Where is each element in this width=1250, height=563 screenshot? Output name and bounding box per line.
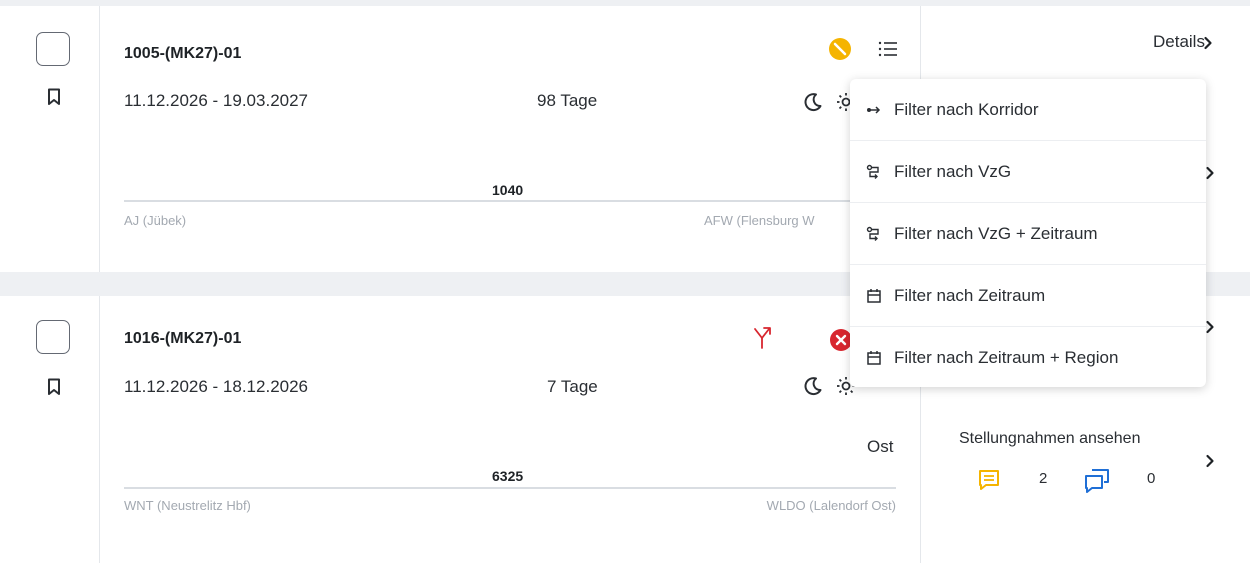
date-range: 11.12.2026 - 18.12.2026: [124, 377, 309, 396]
calendar-icon: [867, 351, 881, 365]
from-station: AJ (Jübek): [124, 213, 187, 228]
route-line: [124, 200, 896, 202]
corridor-arrows-icon: [867, 105, 881, 114]
region-label: Ost: [867, 437, 894, 456]
menu-item-label: Filter nach Zeitraum + Region: [894, 348, 1119, 367]
statements-link[interactable]: Stellungnahmen ansehen: [959, 430, 1140, 448]
comment-icon: [979, 470, 999, 490]
menu-item-label: Filter nach Zeitraum: [894, 285, 1046, 305]
from-station: WNT (Neustrelitz Hbf): [124, 498, 251, 513]
chevron-right-icon[interactable]: [1205, 454, 1215, 468]
route-line: [124, 487, 896, 489]
sun-icon: [837, 93, 850, 111]
details-link[interactable]: Details: [1153, 32, 1205, 52]
menu-item-label: Filter nach VzG: [894, 161, 1012, 181]
route-number: 1040: [492, 182, 524, 198]
route-branch-icon: [866, 226, 879, 241]
select-checkbox[interactable]: [36, 32, 70, 66]
route-branch-icon: [866, 164, 879, 179]
menu-item-label: Filter nach Korridor: [894, 99, 1039, 119]
card-id: 1005-(MK27)-01: [124, 45, 242, 62]
filter-menu: Filter nach Korridor Filter nach VzG Fil…: [850, 79, 1206, 387]
statement-count: 2: [1039, 470, 1048, 487]
date-range: 11.12.2026 - 19.03.2027: [124, 91, 309, 110]
duration: 7 Tage: [547, 377, 598, 396]
statement-count: 0: [1147, 470, 1156, 487]
menu-item-filter-vzg[interactable]: Filter nach VzG: [850, 141, 1206, 203]
route-number: 6325: [492, 468, 524, 484]
chevron-right-icon[interactable]: [1203, 36, 1213, 50]
calendar-icon: [867, 288, 881, 303]
card-id: 1016-(MK27)-01: [124, 330, 242, 347]
card-left-column: [0, 6, 100, 272]
moon-icon: [804, 377, 822, 396]
route-branch-icon: [754, 327, 771, 349]
chevron-right-icon[interactable]: [1205, 166, 1215, 180]
duration: 98 Tage: [537, 91, 598, 110]
menu-item-filter-zeitraum-region[interactable]: Filter nach Zeitraum + Region: [850, 327, 1206, 389]
menu-item-filter-zeitraum[interactable]: Filter nach Zeitraum: [850, 265, 1206, 327]
chevron-right-icon[interactable]: [1205, 320, 1215, 334]
card-left-column: [0, 296, 100, 563]
moon-icon: [804, 93, 822, 112]
list-menu-icon[interactable]: [878, 40, 898, 58]
warning-status-icon: [829, 38, 851, 60]
menu-item-filter-vzg-zeitraum[interactable]: Filter nach VzG + Zeitraum: [850, 203, 1206, 265]
select-checkbox[interactable]: [36, 320, 70, 354]
bookmark-icon[interactable]: [47, 378, 61, 396]
bookmark-icon[interactable]: [47, 88, 61, 106]
to-station: AFW (Flensburg W: [704, 213, 815, 228]
menu-item-label: Filter nach VzG + Zeitraum: [894, 223, 1098, 243]
to-station: WLDO (Lalendorf Ost): [766, 498, 896, 513]
menu-item-filter-korridor[interactable]: Filter nach Korridor: [850, 79, 1206, 141]
error-status-icon: [830, 329, 850, 351]
comments-icon: [1085, 469, 1109, 493]
